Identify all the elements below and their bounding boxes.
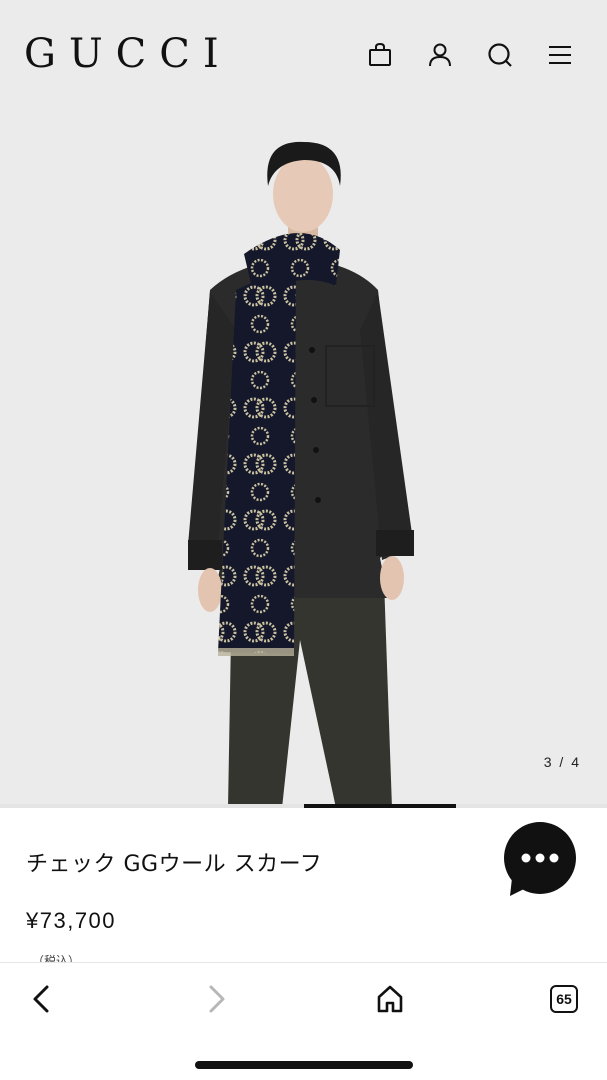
home-button[interactable]	[368, 977, 412, 1021]
gallery-counter: 3 / 4	[543, 754, 581, 770]
back-icon	[33, 985, 49, 1013]
chat-bubble-icon	[504, 822, 576, 896]
chat-button[interactable]	[502, 822, 578, 898]
forward-button[interactable]	[194, 977, 238, 1021]
product-title: チェック GGウール スカーフ	[26, 852, 323, 877]
menu-icon[interactable]	[541, 36, 579, 74]
site-header: GUCCI	[0, 0, 607, 108]
gucci-logo[interactable]: GUCCI	[24, 34, 232, 74]
tab-count: 65	[550, 985, 578, 1013]
product-photo	[188, 141, 414, 808]
tabs-button[interactable]: 65	[542, 977, 586, 1021]
product-image-gallery[interactable]: GUCCI 3 / 4	[0, 0, 607, 808]
search-icon[interactable]	[481, 36, 519, 74]
account-icon[interactable]	[421, 36, 459, 74]
back-button[interactable]	[20, 977, 64, 1021]
forward-icon	[209, 985, 225, 1013]
browser-toolbar: 65	[0, 962, 607, 1080]
home-indicator[interactable]	[195, 1061, 413, 1069]
shopping-bag-icon[interactable]	[361, 36, 399, 74]
product-price: ¥73,700	[26, 908, 117, 933]
home-icon	[377, 985, 403, 1013]
header-actions	[361, 36, 579, 74]
